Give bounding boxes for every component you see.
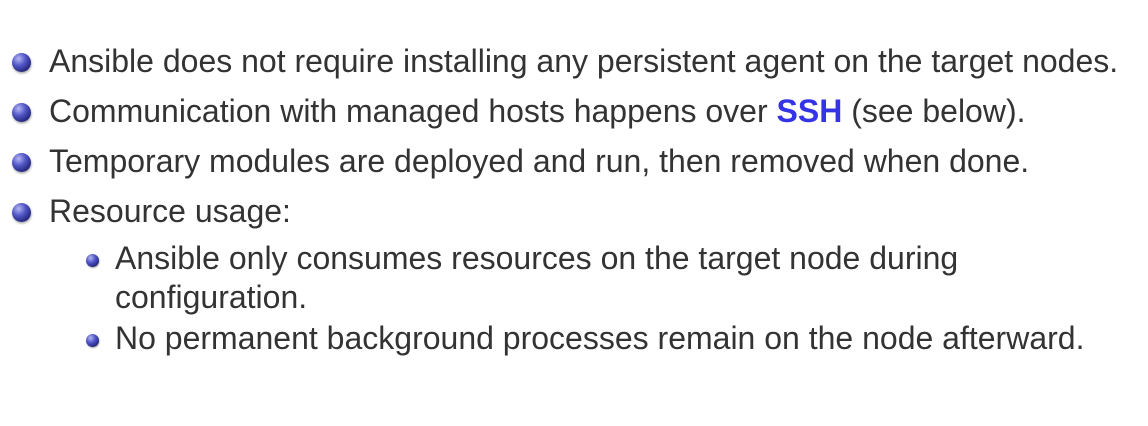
ssh-highlight: SSH [776, 93, 843, 129]
bullet-text-before: Communication with managed hosts happens… [49, 93, 777, 129]
sub-bullet-text: Ansible only consumes resources on the t… [115, 240, 959, 315]
bullet-item-resource-usage: Resource usage: Ansible only consumes re… [12, 192, 1142, 358]
bullet-item-agentless: Ansible does not require installing any … [12, 42, 1142, 81]
bullet-list: Ansible does not require installing any … [12, 42, 1142, 369]
sub-bullet-item-no-processes: No permanent background processes remain… [86, 319, 1142, 358]
slide: Ansible does not require installing any … [0, 0, 1148, 426]
bullet-item-temporary-modules: Temporary modules are deployed and run, … [12, 142, 1142, 181]
bullet-text: Temporary modules are deployed and run, … [49, 143, 1030, 179]
bullet-item-ssh: Communication with managed hosts happens… [12, 92, 1142, 131]
sub-bullet-item-consumption: Ansible only consumes resources on the t… [86, 239, 1142, 317]
round-bullet-icon [12, 103, 31, 122]
bullet-text: Ansible does not require installing any … [49, 43, 1119, 79]
sub-bullet-text: No permanent background processes remain… [115, 320, 1085, 356]
round-bullet-icon [12, 53, 31, 72]
round-bullet-icon [12, 153, 31, 172]
round-bullet-icon [12, 203, 31, 222]
bullet-text-after: (see below). [842, 93, 1026, 129]
bullet-text: Resource usage: [49, 193, 291, 229]
small-round-bullet-icon [86, 334, 99, 347]
sub-bullet-list: Ansible only consumes resources on the t… [49, 239, 1142, 358]
small-round-bullet-icon [86, 254, 99, 267]
